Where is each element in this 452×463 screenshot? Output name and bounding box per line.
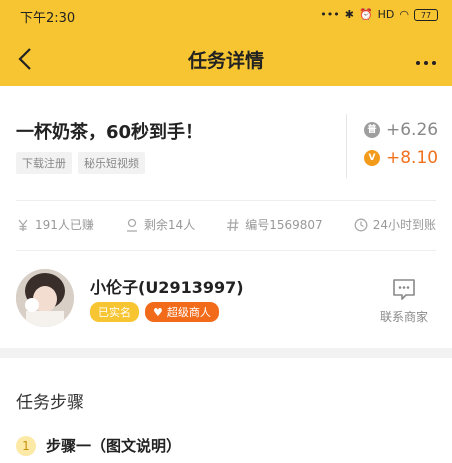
hash-icon [227,218,239,231]
battery-icon: 77 [414,9,438,21]
chat-icon [393,279,415,300]
publisher-badges: 已实名 ♥ 超级商人 [90,302,219,322]
steps-section-title: 任务步骤 [16,393,84,413]
signal-hd-icon: HD [377,8,395,21]
person-icon [126,218,137,232]
notification-dots-icon: ••• [320,8,340,21]
avatar-image [16,269,74,327]
yen-icon [18,219,28,231]
page-title: 任务详情 [187,50,264,72]
divider [346,114,347,178]
normal-badge-icon: 普 [364,122,380,138]
app-bar: 任务详情 [0,32,452,86]
status-bar: 下午2:30 ••• ✱ ⏰ HD ◠ 77 [0,0,452,32]
section-divider [0,348,452,358]
wifi-icon: ◠ [399,8,409,21]
avatar[interactable] [16,269,74,327]
vip-badge-icon: V [364,150,380,166]
stat-remaining-label: 剩余14人 [143,218,196,232]
status-time: 下午2:30 [20,11,76,26]
divider [16,250,436,251]
reward-normal: +6.26 [386,120,439,140]
task-stats: 191人已赚 剩余14人 编号1569807 24小时到账 [16,216,436,233]
heart-icon: ♥ [153,305,163,319]
stat-payout: 24小时到账 [354,216,436,233]
merchant-badge: ♥ 超级商人 [145,302,219,322]
step-item[interactable]: 1 步骤一（图文说明） [16,435,181,456]
divider [16,200,436,201]
more-options-icon[interactable] [414,50,440,66]
bluetooth-icon: ✱ [344,8,354,21]
reward-vip-row: V +8.10 [364,148,438,168]
stat-earned-label: 191人已赚 [35,218,94,232]
stat-number-label: 编号1569807 [245,218,323,232]
publisher-name: 小伦子(U2913997) [90,278,244,297]
verified-badge: 已实名 [90,302,139,322]
status-icons: ••• ✱ ⏰ HD ◠ 77 [320,8,438,22]
stat-payout-label: 24小时到账 [372,218,436,232]
merchant-badge-label: 超级商人 [166,306,211,319]
contact-merchant-label: 联系商家 [379,310,428,324]
task-tag: 下载注册 [16,152,72,174]
alarm-icon: ⏰ [358,8,373,21]
task-tags: 下载注册 秘乐短视频 [16,152,145,174]
task-tag: 秘乐短视频 [78,152,145,174]
reward-vip: +8.10 [386,148,439,168]
stat-number: 编号1569807 [226,216,323,233]
clock-icon [354,218,368,231]
reward-normal-row: 普 +6.26 [364,120,438,140]
stat-remaining: 剩余14人 [125,216,195,233]
step-label: 步骤一（图文说明） [46,437,182,455]
step-number: 1 [16,435,36,456]
task-card: 一杯奶茶，60秒到手！ 下载注册 秘乐短视频 普 +6.26 V +8.10 1… [0,86,452,348]
task-title: 一杯奶茶，60秒到手！ [16,122,204,143]
stat-earned: 191人已赚 [16,216,94,233]
contact-merchant-button[interactable]: 联系商家 [374,278,434,325]
